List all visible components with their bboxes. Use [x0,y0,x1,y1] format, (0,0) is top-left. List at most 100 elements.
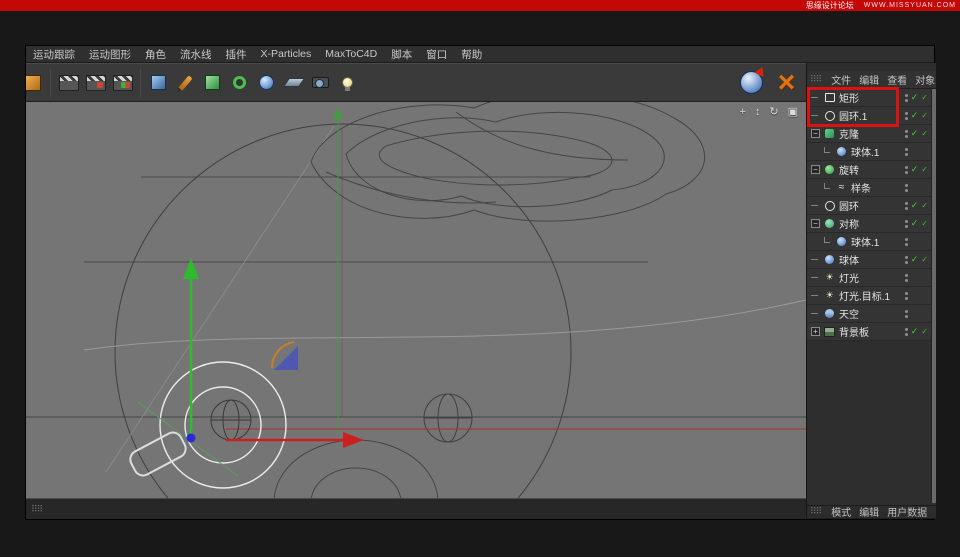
zoom-view-icon[interactable]: ↕ [755,107,761,118]
material-sphere-drop-glyph [740,71,763,94]
object-row[interactable]: 球体.1 ✓ ✓ [807,233,931,251]
object-row[interactable]: + 背景板 ✓ ✓ [807,323,931,341]
tree-tick-icon [811,277,818,278]
visibility-dots-icon[interactable] [905,238,908,246]
object-manager: 文件编辑查看对象 矩形 ✓ ✓ 圆环.1 ✓ ✓ − 克隆 ✓ ✓ [806,63,936,519]
mograph-icon[interactable] [226,67,253,99]
panel-scrollbar[interactable] [931,89,936,503]
expander-icon[interactable]: − [811,165,820,174]
panel-bottom-grip-icon [810,506,821,517]
top-banner: 思缘设计论坛 WWW.MISSYUAN.COM [0,0,960,11]
visibility-dots-icon[interactable] [905,256,908,264]
enabled-check-icon[interactable]: ✓ [911,219,919,228]
object-row[interactable]: 天空 ✓ ✓ [807,305,931,323]
menu-item[interactable]: 脚本 [384,47,419,62]
object-row[interactable]: 球体 ✓ ✓ [807,251,931,269]
panel-bottom-tab[interactable]: 模式 [827,506,855,519]
viewport[interactable]: + ↕ ↻ ▣ [26,102,806,498]
render-check-icon[interactable]: ✓ [921,165,928,174]
floor-icon[interactable] [280,67,307,99]
enabled-check-icon[interactable]: ✓ [911,201,919,210]
orange-x-icon[interactable] [773,67,800,99]
object-row[interactable]: 灯光.目标.1 ✓ ✓ [807,287,931,305]
visibility-dots-icon[interactable] [905,274,908,282]
simulation-icon[interactable] [253,67,280,99]
object-label: 样条 [851,180,905,195]
menu-item[interactable]: 帮助 [454,47,489,62]
coordinate-cube-icon[interactable] [26,67,46,99]
menu-item[interactable]: 运动图形 [82,47,138,62]
menu-item[interactable]: 窗口 [419,47,454,62]
enabled-check-icon[interactable]: ✓ [911,255,919,264]
material-sphere-drop-icon[interactable] [738,67,765,99]
render-view-icon[interactable] [55,67,82,99]
gizmo-origin-handle[interactable] [187,434,196,443]
sphere-object-icon [823,254,836,266]
panel-menu-item[interactable]: 对象 [911,72,936,87]
object-row[interactable]: 灯光 ✓ ✓ [807,269,931,287]
enabled-check-icon[interactable]: ✓ [911,129,919,138]
add-primitive-cube-icon[interactable] [145,67,172,99]
pan-view-icon[interactable]: + [739,107,745,118]
menu-item[interactable]: 运动跟踪 [26,47,82,62]
object-row[interactable]: 圆环 ✓ ✓ [807,197,931,215]
visibility-dots-icon[interactable] [905,220,908,228]
toggle-view-icon[interactable]: ▣ [788,107,798,118]
expander-icon[interactable]: + [811,327,820,336]
render-check-icon[interactable]: ✓ [921,219,928,228]
enabled-check-icon[interactable]: ✓ [911,93,919,102]
enabled-check-icon[interactable]: ✓ [911,111,919,120]
camera-icon[interactable] [307,67,334,99]
render-check-icon[interactable]: ✓ [921,111,928,120]
visibility-dots-icon[interactable] [905,328,908,336]
object-row[interactable]: 圆环.1 ✓ ✓ [807,107,931,125]
visibility-dots-icon[interactable] [905,166,908,174]
scene-light-icon[interactable] [334,67,361,99]
object-row[interactable]: − 克隆 ✓ ✓ [807,125,931,143]
object-row[interactable]: 球体.1 ✓ ✓ [807,143,931,161]
panel-menu-item[interactable]: 编辑 [855,72,883,87]
object-row[interactable]: − 对称 ✓ ✓ [807,215,931,233]
render-check-icon[interactable]: ✓ [921,129,928,138]
object-row[interactable]: 矩形 ✓ ✓ [807,89,931,107]
menu-item[interactable]: 角色 [138,47,173,62]
pen-spline-tool-glyph [178,75,192,90]
visibility-dots-icon[interactable] [905,292,908,300]
visibility-dots-icon[interactable] [905,148,908,156]
render-view-glyph [59,75,79,91]
object-label: 灯光.目标.1 [839,288,905,303]
panel-bottom-tab[interactable]: 编辑 [855,506,883,519]
render-settings-icon[interactable] [109,67,136,99]
render-check-icon[interactable]: ✓ [921,327,928,336]
tree-gutter [809,115,823,116]
object-row[interactable]: − 旋转 ✓ ✓ [807,161,931,179]
object-flags: ✓ ✓ [905,273,931,282]
render-picture-viewer-icon[interactable] [82,67,109,99]
menu-item[interactable]: X-Particles [254,48,319,60]
visibility-dots-icon[interactable] [905,202,908,210]
visibility-dots-icon[interactable] [905,130,908,138]
object-label: 球体.1 [851,234,905,249]
render-check-icon[interactable]: ✓ [921,255,928,264]
panel-bottom-tab[interactable]: 用户数据 [883,506,931,519]
menu-item[interactable]: 插件 [219,47,254,62]
enabled-check-icon[interactable]: ✓ [911,165,919,174]
object-flags: ✓ ✓ [905,129,931,138]
visibility-dots-icon[interactable] [905,94,908,102]
panel-menu-item[interactable]: 文件 [827,72,855,87]
rotate-view-icon[interactable]: ↻ [769,107,778,118]
menu-item[interactable]: MaxToC4D [318,48,384,60]
expander-icon[interactable]: − [811,129,820,138]
object-row[interactable]: 样条 ✓ ✓ [807,179,931,197]
pen-spline-tool-icon[interactable] [172,67,199,99]
visibility-dots-icon[interactable] [905,310,908,318]
visibility-dots-icon[interactable] [905,112,908,120]
render-check-icon[interactable]: ✓ [921,201,928,210]
panel-menu-item[interactable]: 查看 [883,72,911,87]
visibility-dots-icon[interactable] [905,184,908,192]
expander-icon[interactable]: − [811,219,820,228]
enabled-check-icon[interactable]: ✓ [911,327,919,336]
menu-item[interactable]: 流水线 [173,47,219,62]
subdivision-surface-icon[interactable] [199,67,226,99]
render-check-icon[interactable]: ✓ [921,93,928,102]
